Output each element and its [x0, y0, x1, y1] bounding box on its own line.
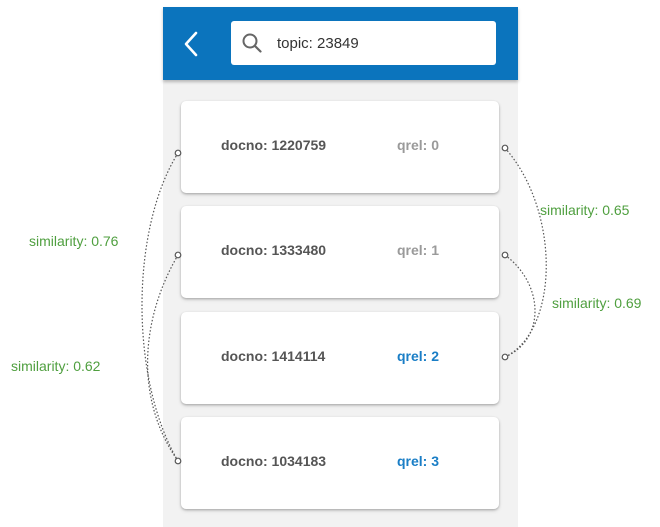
similarity-label: similarity: 0.62	[11, 358, 101, 374]
qrel-label: qrel: 3	[397, 453, 440, 469]
similarity-label: similarity: 0.69	[552, 295, 642, 311]
document-card-2[interactable]: docno: 1333480 qrel: 1	[181, 206, 499, 298]
results-panel: docno: 1220759 qrel: 0 docno: 1333480 qr…	[163, 7, 518, 527]
docno-label: docno: 1034183	[221, 453, 327, 469]
search-input[interactable]	[277, 31, 487, 55]
similarity-label: similarity: 0.76	[29, 233, 119, 249]
qrel-label: qrel: 2	[397, 348, 440, 364]
qrel-label: qrel: 1	[397, 242, 440, 258]
document-card-3[interactable]: docno: 1414114 qrel: 2	[181, 312, 499, 404]
docno-label: docno: 1414114	[221, 348, 326, 364]
chevron-left-icon	[184, 31, 198, 57]
docno-label: docno: 1333480	[221, 242, 327, 258]
similarity-label: similarity: 0.65	[540, 202, 630, 218]
search-box[interactable]	[231, 21, 496, 65]
docno-label: docno: 1220759	[221, 137, 327, 153]
document-card-4[interactable]: docno: 1034183 qrel: 3	[181, 417, 499, 509]
document-card-1[interactable]: docno: 1220759 qrel: 0	[181, 101, 499, 193]
app-header	[163, 7, 518, 80]
qrel-label: qrel: 0	[397, 137, 440, 153]
search-icon[interactable]	[241, 32, 263, 54]
back-button[interactable]	[177, 28, 205, 60]
